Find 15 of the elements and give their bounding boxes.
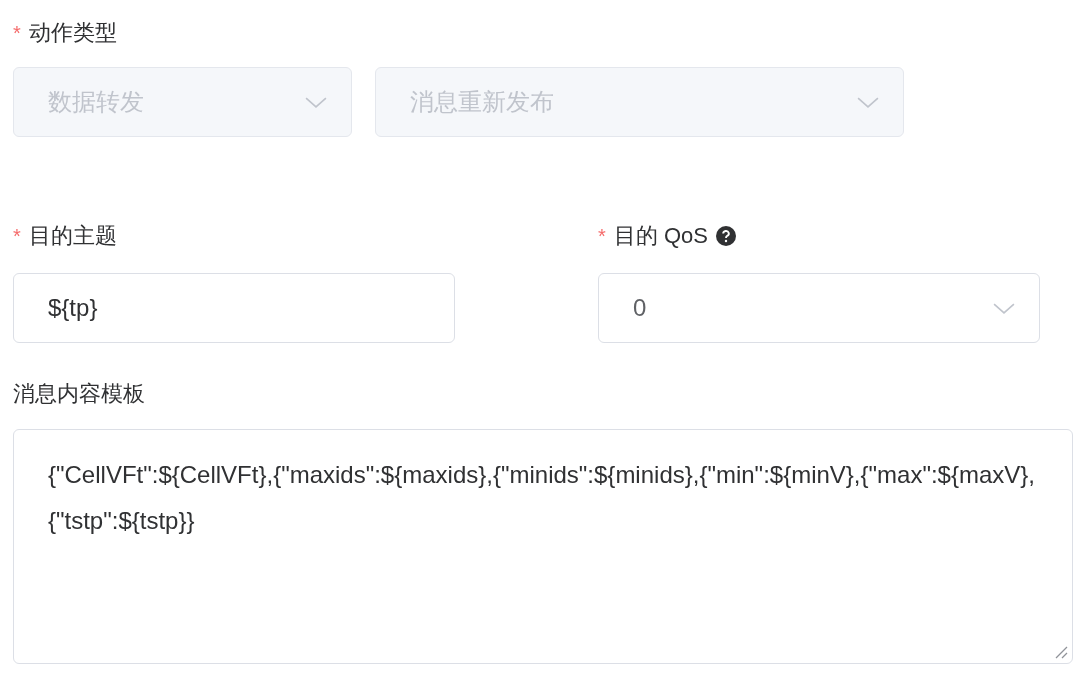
required-mark: * xyxy=(13,224,21,248)
field-label: 目的 QoS xyxy=(613,222,708,250)
chevron-down-icon xyxy=(857,96,879,108)
field-label: 消息内容模板 xyxy=(13,380,145,408)
select-field[interactable]: 0 xyxy=(598,273,1040,343)
resize-handle-icon[interactable] xyxy=(1054,645,1068,659)
input-field[interactable]: ${tp} xyxy=(13,273,455,343)
required-mark: * xyxy=(13,21,21,45)
field-label: 动作类型 xyxy=(28,19,117,47)
chevron-down-icon xyxy=(305,96,327,108)
textarea-field[interactable]: {"CellVFt":${CellVFt},{"maxids":${maxids},{"minids":${minids},{"min":${minV},{"max":${maxV},{"tstp":${tstp}} xyxy=(13,429,1073,664)
chevron-down-icon xyxy=(993,302,1015,314)
field-label: 目的主题 xyxy=(28,222,117,250)
required-mark: * xyxy=(598,224,606,248)
help-icon[interactable] xyxy=(715,226,736,246)
